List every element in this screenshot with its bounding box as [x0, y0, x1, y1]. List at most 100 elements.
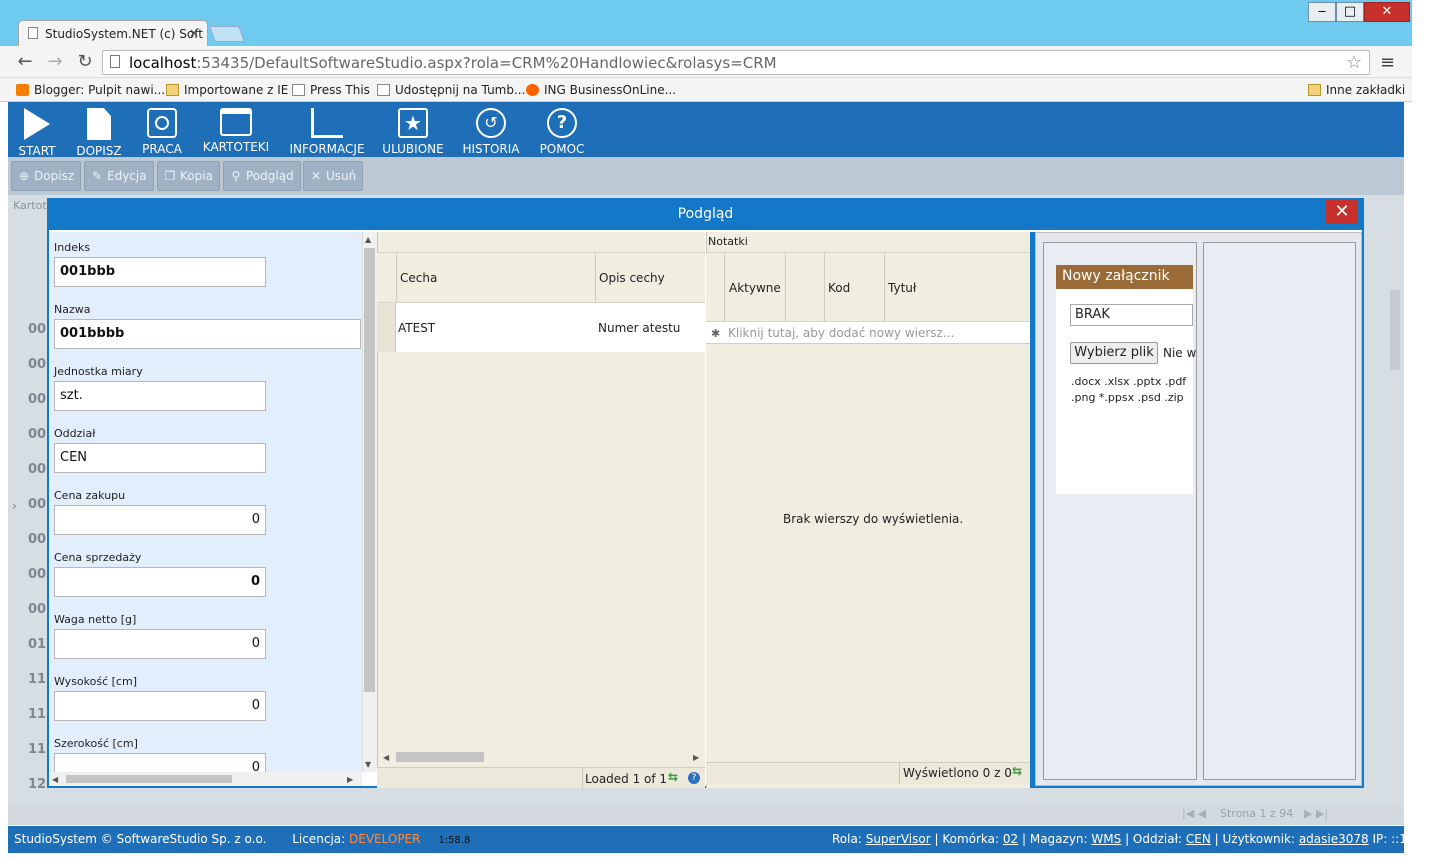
- oddzial-link[interactable]: CEN: [1186, 832, 1211, 846]
- column-header-kod[interactable]: Kod: [828, 281, 850, 295]
- pager-next-last-icon[interactable]: ▶ ▶|: [1304, 807, 1328, 820]
- nav-informacje[interactable]: INFORMACJE: [286, 108, 368, 156]
- bookmark-label: ING BusinessOnLine...: [544, 83, 677, 97]
- history-icon: ↺: [476, 108, 506, 138]
- bookmark-tumblr[interactable]: Udostępnij na Tumb...: [377, 83, 525, 97]
- refresh-icon[interactable]: ⇆: [668, 770, 678, 784]
- forward-button[interactable]: →: [44, 52, 66, 72]
- grid-row-code: 01: [28, 637, 47, 652]
- szerokosc-input[interactable]: 0: [54, 753, 266, 772]
- nav-label: ULUBIONE: [382, 142, 444, 156]
- column-header-cecha[interactable]: Cecha: [400, 271, 437, 285]
- button-label: Dopisz: [34, 169, 75, 183]
- komorka-link[interactable]: 02: [1003, 832, 1018, 846]
- window-close-button[interactable]: ✕: [1364, 2, 1410, 22]
- edycja-button[interactable]: ✎ Edycja: [84, 161, 154, 191]
- form-hscroll-thumb[interactable]: [66, 775, 232, 783]
- ip-label: IP:: [1372, 832, 1388, 846]
- license-label: Licencja:: [292, 832, 346, 846]
- nav-start[interactable]: START: [12, 108, 62, 158]
- row-selector[interactable]: [377, 303, 396, 352]
- cena-sprzedazy-input[interactable]: 0: [54, 567, 266, 597]
- field-label-cena-zakupu: Cena zakupu: [54, 489, 126, 502]
- dialog-title: Podgląd: [47, 198, 1364, 230]
- cena-zakupu-input[interactable]: 0: [54, 505, 266, 535]
- nav-historia[interactable]: ↺ HISTORIA: [458, 108, 524, 156]
- document-icon: [87, 108, 111, 140]
- tab-close-icon[interactable]: ×: [189, 26, 199, 40]
- kopia-button[interactable]: ❐ Kopia: [157, 161, 220, 191]
- indeks-input[interactable]: 001bbb: [54, 257, 266, 287]
- nav-dopisz[interactable]: DOPISZ: [72, 108, 126, 158]
- scroll-down-icon[interactable]: ▼: [365, 760, 371, 769]
- nav-label: HISTORIA: [462, 142, 520, 156]
- jednostka-input[interactable]: szt.: [54, 381, 266, 411]
- bookmark-ing[interactable]: ING BusinessOnLine...: [526, 83, 676, 97]
- waga-input[interactable]: 0: [54, 629, 266, 659]
- no-file-text: Nie w: [1163, 346, 1197, 360]
- folder-icon: [1308, 84, 1321, 96]
- nav-kartoteki[interactable]: KARTOTEKI: [198, 108, 274, 154]
- scroll-left-icon[interactable]: ◀: [383, 753, 389, 762]
- button-label: Kopia: [180, 169, 213, 183]
- cecha-hscroll-thumb[interactable]: [396, 752, 484, 762]
- reload-button[interactable]: ↻: [74, 52, 96, 72]
- podglad-button[interactable]: ⚲ Podgląd: [223, 161, 301, 191]
- address-bar[interactable]: localhost:53435/DefaultSoftwareStudio.as…: [102, 50, 1370, 75]
- scroll-right-icon[interactable]: ▶: [347, 775, 353, 784]
- dopisz-button[interactable]: ⊕ Dopisz: [11, 161, 82, 191]
- minimize-button[interactable]: ‒: [1308, 2, 1336, 22]
- maximize-button[interactable]: □: [1336, 2, 1364, 22]
- browser-tab[interactable]: StudioSystem.NET (c) Soft ×: [18, 20, 208, 46]
- wysokosc-input[interactable]: 0: [54, 691, 266, 721]
- attachment-name-input[interactable]: BRAK: [1070, 304, 1193, 326]
- nav-praca[interactable]: PRACA: [138, 108, 186, 156]
- scroll-left-icon[interactable]: ◀: [52, 775, 58, 784]
- other-bookmarks[interactable]: Inne zakładki: [1308, 83, 1405, 97]
- bookmark-label: Inne zakładki: [1326, 83, 1406, 97]
- field-label-jednostka: Jednostka miary: [54, 365, 143, 378]
- user-link[interactable]: adasie3078: [1299, 832, 1369, 846]
- form-pane: Indeks 001bbb Nazwa 001bbbb Jednostka mi…: [49, 232, 362, 772]
- button-label: Podgląd: [246, 169, 294, 183]
- folder-icon: [166, 84, 179, 96]
- background-scrollbar: [1390, 290, 1400, 370]
- page-info-icon[interactable]: [110, 55, 120, 68]
- dialog-close-button[interactable]: ✕: [1326, 200, 1358, 224]
- column-divider: [785, 252, 786, 322]
- nav-ulubione[interactable]: ★ ULUBIONE: [380, 108, 446, 156]
- bookmark-blogger[interactable]: Blogger: Pulpit nawi...: [16, 83, 165, 97]
- copy-icon: ❐: [164, 169, 176, 183]
- nav-label: PRACA: [142, 142, 182, 156]
- form-scroll-thumb[interactable]: [364, 248, 375, 692]
- refresh-icon[interactable]: ⇆: [1012, 764, 1022, 778]
- column-header-opis[interactable]: Opis cechy: [599, 271, 665, 285]
- new-row-placeholder[interactable]: Kliknij tutaj, aby dodać nowy wiersz...: [728, 326, 954, 340]
- column-header-aktywne[interactable]: Aktywne: [729, 281, 781, 295]
- magazyn-link[interactable]: WMS: [1091, 832, 1121, 846]
- usun-button[interactable]: ✕ Usuń: [303, 161, 364, 191]
- bookmark-star-icon[interactable]: ☆: [1346, 52, 1362, 73]
- ip-value: ::1: [1391, 832, 1407, 846]
- rola-link[interactable]: SuperVisor: [866, 832, 931, 846]
- nav-pomoc[interactable]: ? POMOC: [536, 108, 588, 156]
- nav-label: POMOC: [539, 142, 585, 156]
- notatki-title: Notatki: [708, 235, 748, 248]
- new-tab-button[interactable]: [209, 26, 245, 42]
- new-attachment-title: Nowy załącznik: [1056, 265, 1193, 289]
- back-button[interactable]: ←: [14, 52, 36, 72]
- bookmark-importowane[interactable]: Importowane z IE: [166, 83, 288, 97]
- choose-file-button[interactable]: Wybierz plik: [1070, 342, 1158, 364]
- pager-text: Strona 1 z 94: [1220, 807, 1294, 820]
- bookmark-press-this[interactable]: Press This: [292, 83, 370, 97]
- oddzial-input[interactable]: CEN: [54, 443, 266, 473]
- column-header-tytul[interactable]: Tytuł: [888, 281, 916, 295]
- nazwa-input[interactable]: 001bbbb: [54, 319, 361, 349]
- status-bar: StudioSystem © SoftwareStudio Sp. z o.o.…: [8, 826, 1407, 853]
- pager-first-prev-icon[interactable]: |◀ ◀: [1182, 807, 1206, 820]
- scroll-right-icon[interactable]: ▶: [693, 753, 699, 762]
- browser-menu-icon[interactable]: ≡: [1380, 52, 1395, 73]
- scroll-up-icon[interactable]: ▲: [365, 235, 371, 244]
- grid-row-code: 00: [28, 532, 47, 547]
- help-icon[interactable]: ?: [688, 772, 700, 784]
